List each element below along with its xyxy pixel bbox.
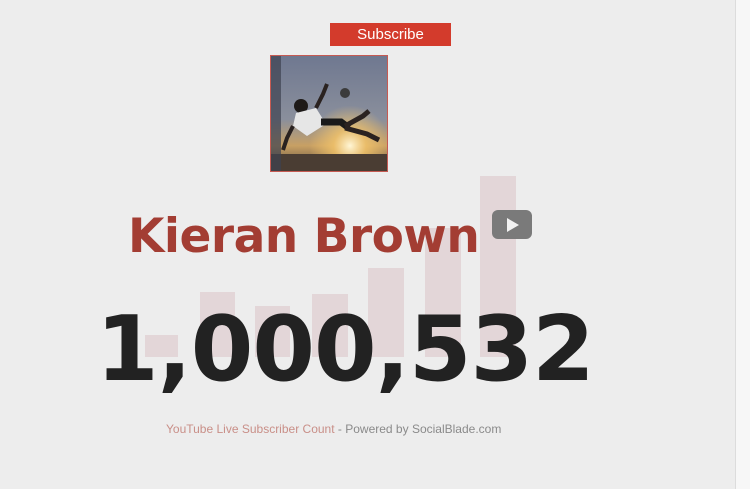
subscribe-button[interactable]: Subscribe [330, 23, 451, 46]
footer-separator: - [334, 422, 346, 436]
subscriber-count: 1,000,532 [96, 297, 595, 402]
live-count-link[interactable]: YouTube Live Subscriber Count [166, 422, 335, 436]
avatar-photo [271, 56, 387, 171]
channel-name: Kieran Brown [128, 209, 480, 264]
play-triangle-icon [507, 218, 519, 232]
footer-credit: YouTube Live Subscriber Count - Powered … [166, 421, 501, 437]
channel-avatar[interactable] [270, 55, 388, 172]
page-edge [735, 0, 750, 489]
youtube-play-icon[interactable] [492, 210, 532, 239]
powered-by-text: Powered by SocialBlade.com [345, 422, 502, 436]
